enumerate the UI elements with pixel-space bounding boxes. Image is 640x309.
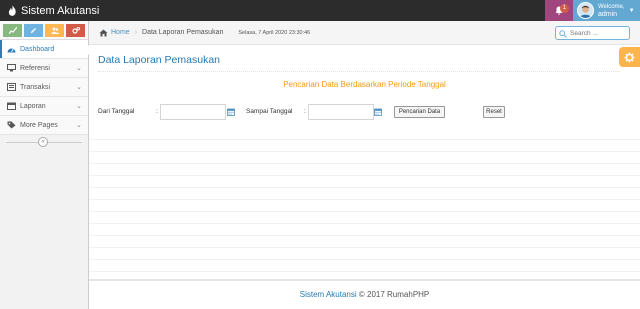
chevron-down-icon: ⌄: [76, 65, 82, 72]
date-filter-form: Dari Tanggal : Sampai Tanggal : Pencaria…: [98, 103, 518, 121]
tag-icon: [6, 121, 16, 129]
sidebar-item-label: Referensi: [20, 64, 50, 72]
sidebar-item-transaksi[interactable]: Transaksi ⌄: [0, 78, 88, 97]
fire-icon: [8, 5, 16, 16]
list-icon: [6, 83, 16, 91]
sidebar-item-label: More Pages: [20, 121, 58, 129]
footer: Sistem Akutansi © 2017 RumahPHP: [89, 279, 640, 309]
footer-brand: Sistem Akutansi: [299, 290, 357, 299]
breadcrumb: Home › Data Laporan Pemasukan Selasa, 7 …: [89, 21, 640, 45]
gear-icon: [624, 51, 635, 63]
sidebar-collapse: «: [0, 135, 88, 149]
calendar-icon[interactable]: [227, 108, 235, 116]
from-date-input[interactable]: [160, 104, 226, 120]
to-colon: :: [304, 108, 306, 115]
search-box: [555, 26, 630, 40]
users-icon: [51, 27, 59, 34]
shortcut-pencil-button[interactable]: [24, 23, 43, 37]
sidebar-collapse-button[interactable]: «: [38, 137, 48, 147]
caret-down-icon: ▼: [628, 7, 635, 14]
page-header: Data Laporan Pemasukan: [98, 54, 620, 72]
sidebar-shortcuts: [0, 21, 88, 40]
breadcrumb-home-link[interactable]: Home: [99, 29, 130, 37]
shortcut-chart-button[interactable]: [3, 23, 22, 37]
settings-button[interactable]: [619, 47, 640, 67]
search-heading: Pencarian Data Berdasarkan Periode Tangg…: [283, 80, 446, 89]
desktop-icon: [6, 64, 16, 72]
sidebar-item-dashboard[interactable]: Dashboard: [0, 40, 89, 59]
sidebar-item-label: Laporan: [20, 102, 46, 110]
pencil-icon: [31, 27, 36, 33]
current-datetime: Selasa, 7 April 2020 23:30:46: [238, 29, 311, 36]
chevron-down-icon: ⌄: [76, 103, 82, 110]
notification-badge: 1: [560, 4, 569, 13]
app-title: Sistem Akutansi: [21, 4, 100, 17]
search-data-button[interactable]: Pencarian Data: [394, 106, 445, 118]
to-date-input[interactable]: [308, 104, 374, 120]
shortcut-cogs-button[interactable]: [66, 23, 85, 37]
page-title: Data Laporan Pemasukan: [98, 54, 220, 66]
shortcut-users-button[interactable]: [45, 23, 64, 37]
results-area: [89, 128, 640, 278]
home-icon: [99, 29, 108, 36]
calendar-icon[interactable]: [374, 108, 382, 116]
chart-icon: [8, 26, 17, 34]
sidebar-item-laporan[interactable]: Laporan ⌄: [0, 97, 88, 116]
user-greeting: Welcome, admin: [598, 4, 625, 18]
dashboard-icon: [6, 45, 16, 53]
sidebar-item-label: Dashboard: [20, 45, 55, 53]
navbar-spacer: [405, 0, 545, 21]
sidebar-item-referensi[interactable]: Referensi ⌄: [0, 59, 88, 78]
sidebar: Dashboard Referensi ⌄ Transaksi ⌄ Lapora…: [0, 21, 89, 309]
sidebar-item-more-pages[interactable]: More Pages ⌄: [0, 116, 88, 135]
username: admin: [598, 10, 618, 18]
cogs-icon: [71, 26, 80, 34]
welcome-label: Welcome,: [598, 3, 625, 10]
breadcrumb-current: Data Laporan Pemasukan: [142, 29, 224, 36]
calendar-icon: [6, 102, 16, 110]
from-date-label: Dari Tanggal: [98, 108, 135, 115]
footer-copyright: © 2017 RumahPHP: [358, 290, 430, 299]
top-navbar: Sistem Akutansi 1 Welcome, admin ▼: [0, 0, 640, 21]
search-icon: [559, 30, 567, 38]
notifications-button[interactable]: 1: [545, 0, 573, 21]
reset-button[interactable]: Reset: [483, 106, 505, 118]
to-date-label: Sampai Tanggal: [246, 108, 293, 115]
chevron-down-icon: ⌄: [76, 84, 82, 91]
breadcrumb-separator-icon: ›: [134, 29, 138, 36]
sidebar-item-label: Transaksi: [20, 83, 51, 91]
brand[interactable]: Sistem Akutansi: [0, 0, 405, 21]
chevron-down-icon: ⌄: [76, 122, 82, 129]
user-avatar-icon: [578, 3, 593, 18]
user-menu[interactable]: Welcome, admin ▼: [573, 0, 640, 21]
breadcrumb-home-label: Home: [111, 29, 130, 36]
search-input[interactable]: [570, 29, 629, 37]
avatar: [577, 2, 594, 19]
from-colon: :: [156, 108, 158, 115]
